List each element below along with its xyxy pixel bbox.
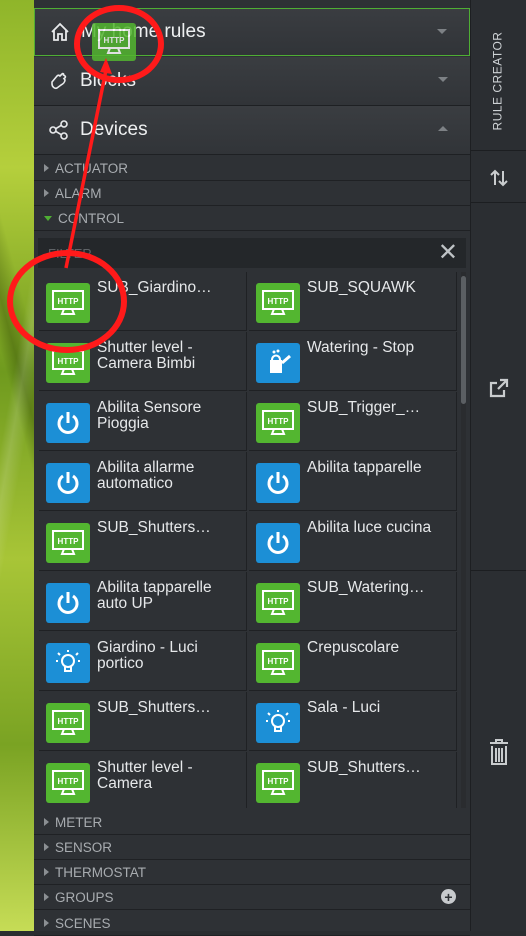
annotation-circle-target — [74, 5, 164, 83]
drag-arrow — [64, 58, 112, 269]
annotation-circle-source — [7, 250, 127, 353]
